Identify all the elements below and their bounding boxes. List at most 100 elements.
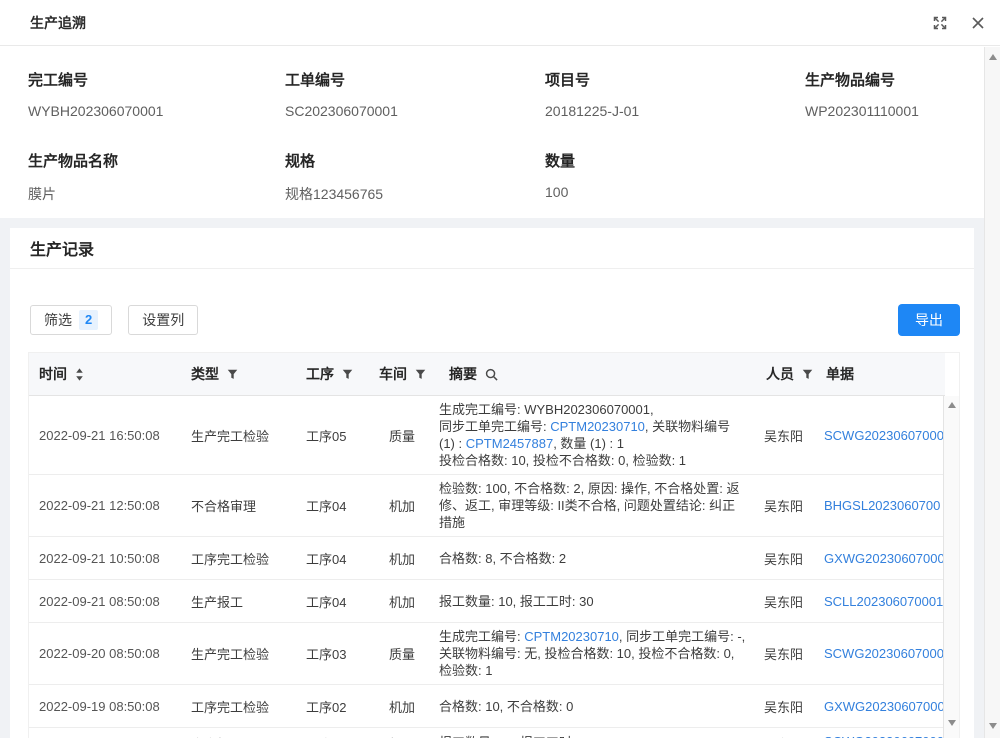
cell-time: 2022-09-20 08:50:08 [29, 623, 181, 685]
cell-type: 工序完工检验 [181, 537, 296, 580]
summary-link[interactable]: CPTM2457887 [466, 436, 553, 451]
cell-person: 吴东阳 [756, 396, 816, 475]
column-header-person[interactable]: 人员 [756, 353, 816, 396]
table-row: 生产报工工序01机加报工数量: 10, 报工工时: 30吴东阳SCWG20230… [29, 728, 945, 738]
info-field-label: 项目号 [545, 69, 805, 90]
info-field: 工单编号 SC202306070001 [285, 69, 545, 119]
cell-summary: 生成完工编号: CPTM20230710, 同步工单完工编号: -, 关联物料编… [439, 623, 756, 685]
cell-doc: BHGSL2023060700 [816, 475, 945, 537]
records-card: 生产记录 筛选 2 设置列 导出 时间类型工序车间摘要人员单据2022-09-2… [10, 228, 974, 738]
column-header-label: 时间 [39, 364, 67, 384]
column-header-label: 车间 [379, 364, 407, 384]
records-table: 时间类型工序车间摘要人员单据2022-09-21 16:50:08生产完工检验工… [28, 352, 960, 738]
info-field: 项目号20181225-J-01 [545, 69, 805, 119]
info-field-value: 100 [545, 184, 805, 200]
filter-icon[interactable] [415, 369, 426, 380]
info-field-label: 生产物品名称 [28, 150, 285, 171]
modal-title: 生产追溯 [30, 13, 86, 33]
cell-time: 2022-09-21 12:50:08 [29, 475, 181, 537]
cell-person: 吴东阳 [756, 475, 816, 537]
export-button[interactable]: 导出 [898, 304, 960, 336]
modal-scroll-up-icon[interactable] [989, 54, 997, 60]
info-field: 完工编号WYBH202306070001 [28, 69, 285, 119]
cell-doc: SCLL202306070001 [816, 580, 945, 623]
cell-doc: GXWG20230607000 [816, 685, 945, 728]
filter-icon[interactable] [342, 369, 353, 380]
doc-link[interactable]: SCWG20230607000 [824, 428, 944, 443]
column-header-time[interactable]: 时间 [29, 353, 181, 396]
summary-text: 合格数: 10, 不合格数: 0 [439, 699, 573, 714]
info-field-value: WP202301110001 [805, 103, 980, 119]
cell-summary: 检验数: 100, 不合格数: 2, 原因: 操作, 不合格处置: 返修、返工,… [439, 475, 756, 537]
summary-link[interactable]: CPTM20230710 [550, 419, 645, 434]
info-field: 生产物品名称膜片 [28, 150, 285, 204]
cell-time: 2022-09-21 08:50:08 [29, 580, 181, 623]
summary-text: 合格数: 8, 不合格数: 2 [439, 551, 566, 566]
cell-workshop: 质量 [369, 623, 439, 685]
column-header-type[interactable]: 类型 [181, 353, 296, 396]
column-header-label: 类型 [191, 364, 219, 384]
summary-text: 报工数量: 10, 报工工时: 30 [439, 594, 594, 609]
modal-header: 生产追溯 [0, 0, 1000, 46]
column-header-process[interactable]: 工序 [296, 353, 369, 396]
close-icon[interactable] [970, 15, 986, 31]
cell-process: 工序04 [296, 475, 369, 537]
records-table-grid: 时间类型工序车间摘要人员单据2022-09-21 16:50:08生产完工检验工… [29, 353, 945, 738]
scroll-up-icon[interactable] [948, 402, 956, 408]
doc-link[interactable]: GXWG20230607000 [824, 699, 945, 714]
column-header-label: 人员 [766, 364, 794, 384]
cell-process: 工序05 [296, 396, 369, 475]
column-header-workshop[interactable]: 车间 [369, 353, 439, 396]
filter-count-badge: 2 [79, 310, 98, 330]
column-header-doc: 单据 [816, 353, 945, 396]
filter-icon[interactable] [802, 369, 813, 380]
summary-link[interactable]: CPTM20230710 [524, 629, 619, 644]
cell-person: 吴东阳 [756, 728, 816, 738]
doc-link[interactable]: BHGSL2023060700 [824, 498, 940, 513]
cell-time [29, 728, 181, 738]
info-field-value: SC202306070001 [285, 103, 545, 119]
cell-time: 2022-09-19 08:50:08 [29, 685, 181, 728]
cell-summary: 生成完工编号: WYBH202306070001, 同步工单完工编号: CPTM… [439, 396, 756, 475]
column-header-label: 单据 [826, 364, 854, 384]
table-header-row: 时间 类型 工序车间 摘要人员 单据 [29, 353, 945, 396]
header-icons [932, 15, 986, 31]
cell-process: 工序03 [296, 623, 369, 685]
expand-icon[interactable] [932, 15, 948, 31]
doc-link[interactable]: SCLL202306070001 [824, 594, 943, 609]
filter-button[interactable]: 筛选 2 [30, 305, 112, 335]
cell-person: 吴东阳 [756, 623, 816, 685]
set-columns-button[interactable]: 设置列 [128, 305, 198, 335]
filter-icon[interactable] [227, 369, 238, 380]
cell-doc: SCWG20230607000 [816, 396, 945, 475]
cell-type: 工序完工检验 [181, 685, 296, 728]
cell-time: 2022-09-21 16:50:08 [29, 396, 181, 475]
cell-person: 吴东阳 [756, 685, 816, 728]
cell-type: 生产报工 [181, 728, 296, 738]
filter-button-label: 筛选 [44, 310, 72, 330]
modal-scroll-down-icon[interactable] [989, 723, 997, 729]
column-header-summary[interactable]: 摘要 [439, 353, 756, 396]
search-icon[interactable] [485, 368, 498, 381]
sort-icon[interactable] [75, 368, 84, 381]
set-columns-label: 设置列 [142, 310, 184, 330]
modal-scrollbar[interactable] [984, 47, 1000, 738]
cell-person: 吴东阳 [756, 580, 816, 623]
cell-workshop: 机加 [369, 685, 439, 728]
info-field-label: 规格 [285, 150, 545, 171]
cell-process: 工序02 [296, 685, 369, 728]
cell-summary: 报工数量: 10, 报工工时: 30 [439, 728, 756, 738]
cell-doc: SCWG20230607000 [816, 728, 945, 738]
doc-link[interactable]: SCWG20230607000 [824, 734, 944, 738]
doc-link[interactable]: GXWG20230607000 [824, 551, 945, 566]
cell-summary: 报工数量: 10, 报工工时: 30 [439, 580, 756, 623]
info-field-label: 工单编号 [285, 69, 545, 90]
cell-workshop: 机加 [369, 580, 439, 623]
records-toolbar: 筛选 2 设置列 导出 [30, 304, 960, 336]
table-scrollbar[interactable] [943, 396, 959, 738]
cell-type: 生产完工检验 [181, 396, 296, 475]
cell-process: 工序04 [296, 537, 369, 580]
scroll-down-icon[interactable] [948, 720, 956, 726]
info-grid: 完工编号WYBH202306070001工单编号 SC202306070001项目… [28, 69, 980, 204]
doc-link[interactable]: SCWG20230607000 [824, 646, 944, 661]
